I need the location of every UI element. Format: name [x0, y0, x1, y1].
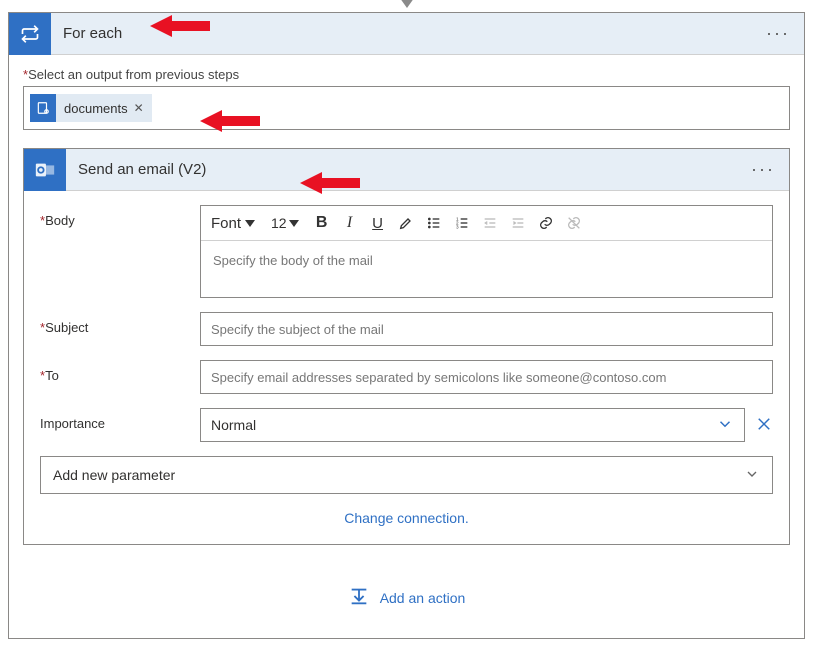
add-parameter-dropdown[interactable]: Add new parameter	[40, 456, 773, 494]
caret-down-icon	[289, 220, 299, 227]
font-size-dropdown[interactable]: 12	[267, 213, 303, 233]
add-action-button[interactable]: Add an action	[380, 590, 466, 606]
number-list-button[interactable]: 123	[449, 210, 475, 236]
importance-dropdown[interactable]: Normal	[200, 408, 745, 442]
body-textarea[interactable]: Specify the body of the mail	[201, 241, 772, 297]
svg-text:3: 3	[456, 224, 459, 229]
loop-icon	[9, 13, 51, 55]
highlight-button[interactable]	[393, 210, 419, 236]
body-label: *Body	[40, 205, 200, 228]
bold-button[interactable]: B	[309, 210, 335, 236]
importance-value: Normal	[211, 417, 256, 433]
subject-label: *Subject	[40, 312, 200, 335]
send-email-body: *Body Font 12	[24, 191, 789, 544]
body-row: *Body Font 12	[40, 205, 773, 298]
select-output-label: *Select an output from previous steps	[23, 67, 790, 82]
flow-connector-arrow-icon	[397, 0, 417, 8]
select-output-input[interactable]: documents ✕	[23, 86, 790, 130]
importance-label: Importance	[40, 408, 200, 431]
for-each-menu-button[interactable]: ···	[760, 23, 796, 44]
change-connection-wrap: Change connection.	[40, 510, 773, 526]
outdent-button[interactable]	[477, 210, 503, 236]
subject-row: *Subject	[40, 312, 773, 346]
bullet-list-button[interactable]	[421, 210, 447, 236]
for-each-body: *Select an output from previous steps do…	[9, 55, 804, 638]
for-each-card: For each ··· *Select an output from prev…	[8, 12, 805, 639]
to-input[interactable]	[200, 360, 773, 394]
body-editor: Font 12 B I U	[200, 205, 773, 298]
send-email-menu-button[interactable]: ···	[745, 159, 781, 180]
font-family-dropdown[interactable]: Font	[207, 213, 259, 234]
send-email-title: Send an email (V2)	[66, 161, 745, 178]
send-email-header[interactable]: Send an email (V2) ···	[24, 149, 789, 191]
remove-token-button[interactable]: ✕	[134, 101, 144, 115]
chevron-down-icon	[716, 415, 734, 436]
add-parameter-label: Add new parameter	[53, 467, 175, 483]
rte-toolbar: Font 12 B I U	[201, 206, 772, 241]
change-connection-link[interactable]: Change connection.	[344, 510, 469, 526]
add-action-wrap: Add an action	[23, 585, 790, 620]
chevron-down-icon	[744, 466, 760, 485]
send-email-card: Send an email (V2) ··· *Body Font	[23, 148, 790, 545]
indent-button[interactable]	[505, 210, 531, 236]
italic-button[interactable]: I	[337, 210, 363, 236]
clear-importance-button[interactable]	[755, 415, 773, 436]
document-icon	[30, 94, 56, 122]
to-label: *To	[40, 360, 200, 383]
link-button[interactable]	[533, 210, 559, 236]
outlook-icon	[24, 149, 66, 191]
unlink-button[interactable]	[561, 210, 587, 236]
underline-button[interactable]: U	[365, 210, 391, 236]
caret-down-icon	[245, 220, 255, 227]
documents-token[interactable]: documents ✕	[30, 94, 152, 122]
token-label: documents	[64, 101, 128, 116]
for-each-header[interactable]: For each ···	[9, 13, 804, 55]
add-action-icon	[348, 585, 370, 610]
subject-input[interactable]	[200, 312, 773, 346]
to-row: *To	[40, 360, 773, 394]
for-each-title: For each	[51, 25, 760, 42]
importance-row: Importance Normal	[40, 408, 773, 442]
